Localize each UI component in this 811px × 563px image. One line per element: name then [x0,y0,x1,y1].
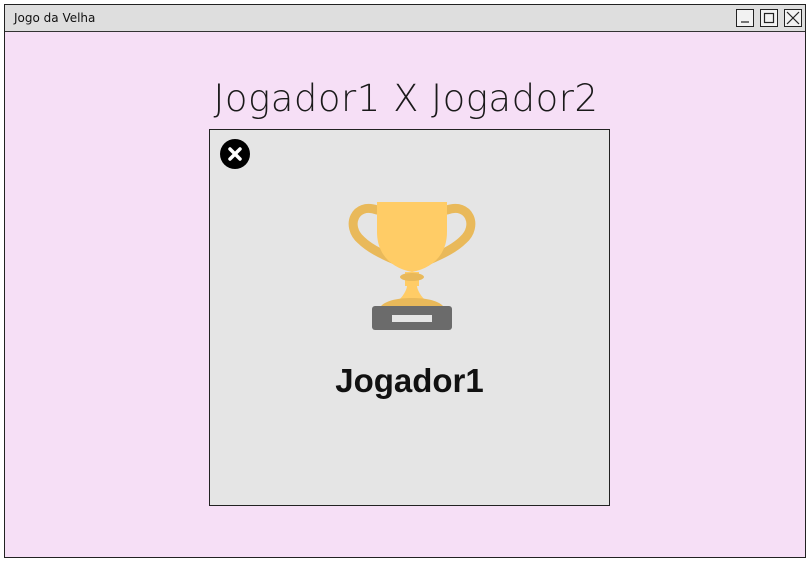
trophy-icon [348,202,476,330]
winner-dialog: Jogador1 [209,129,610,506]
title-bar: Jogo da Velha [5,5,805,32]
minimize-icon [741,21,749,23]
dialog-close-button[interactable] [219,138,251,170]
close-window-button[interactable] [784,9,802,27]
app-window: Jogo da Velha Jogador1 X Jogador2 Jogado… [4,4,806,558]
close-icon [786,11,800,25]
winner-name: Jogador1 [335,362,484,399]
match-heading: Jogador1 X Jogador2 [213,77,599,120]
maximize-icon [763,12,775,24]
minimize-button[interactable] [736,9,754,27]
window-title: Jogo da Velha [14,11,96,25]
close-circle-icon [220,139,250,169]
maximize-button[interactable] [760,9,778,27]
